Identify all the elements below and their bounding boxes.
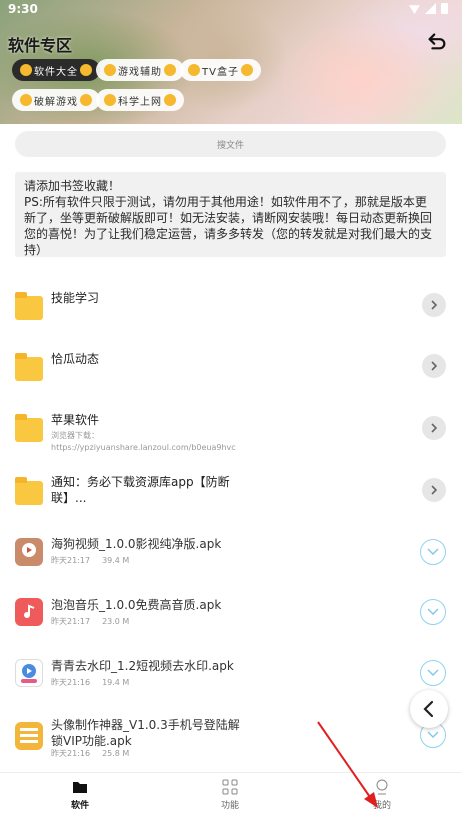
file-item[interactable]: 头像制作神器_V1.0.3手机号登陆解锁VIP功能.apk 昨天21:16 25.… [0,705,462,765]
grid-icon [222,779,238,795]
emoji-icon [20,94,32,106]
file-time: 昨天21:17 [51,617,91,626]
file-size: 23.0 M [102,617,130,626]
folder-item[interactable]: 苹果软件 浏览器下载：https://ypziyuanshare.lanzoul… [0,398,462,458]
emoji-icon [80,94,92,106]
folder-title: 苹果软件 [51,413,100,427]
file-item[interactable]: 泡泡音乐_1.0.0免费高音质.apk 昨天21:17 23.0 M [0,583,462,643]
folder-subtitle: 浏览器下载：https://ypziyuanshare.lanzoul.com/… [51,431,236,452]
chip-game-assist[interactable]: 游戏辅助 [96,59,184,81]
nav-tab-mine[interactable]: 我的 [352,779,412,811]
app-icon-avatar-maker [15,722,43,750]
emoji-icon [104,94,116,106]
notice-body: 请添加书签收藏！ PS:所有软件只限于测试，请勿用于其他用途！如软件用不了，那就… [24,179,433,257]
folder-item[interactable]: 恰瓜动态 [0,337,462,397]
status-time: 9:30 [8,2,38,16]
user-icon [376,779,388,795]
folder-title: 技能学习 [51,291,100,305]
search-input[interactable]: 搜文件 [15,131,446,157]
nav-tab-software[interactable]: 软件 [50,779,110,811]
emoji-icon [240,64,253,76]
signal-icon [425,3,436,14]
emoji-icon [20,64,32,76]
status-bar: 9:30 [0,0,462,20]
folder-icon [15,477,43,505]
floating-back-button[interactable] [410,690,448,728]
file-item[interactable]: 青青去水印_1.2短视频去水印.apk 昨天21:16 19.4 M [0,644,462,704]
file-time: 昨天21:17 [51,556,91,565]
bottom-nav: 软件 功能 我的 [0,772,462,821]
file-meta: 昨天21:17 23.0 M [51,616,129,627]
emoji-icon [164,64,176,76]
wifi-icon [409,5,420,14]
chevron-left-icon [423,700,434,718]
file-time: 昨天21:16 [51,749,91,758]
emoji-icon [164,94,176,106]
folder-title: 通知：务必下载资源库app【防断联】... [51,475,230,505]
page-title: 软件专区 [8,36,73,55]
file-item[interactable]: 海狗视频_1.0.0影视纯净版.apk 昨天21:17 39.4 M [0,522,462,582]
folder-icon [15,353,43,381]
file-size: 39.4 M [102,556,130,565]
header-banner: 9:30 软件专区 软件大全 游戏辅助 TV盒子 破解游戏 科学上网 [0,0,462,124]
chip-cracked-games[interactable]: 破解游戏 [12,89,100,111]
emoji-icon [104,64,116,76]
nav-tab-functions[interactable]: 功能 [200,779,260,811]
file-time: 昨天21:16 [51,678,91,687]
chip-label: 科学上网 [118,96,162,108]
file-size: 19.4 M [102,678,130,687]
chip-vpn[interactable]: 科学上网 [96,89,184,111]
chip-tv-box[interactable]: TV盒子 [180,59,261,81]
file-title: 头像制作神器_V1.0.3手机号登陆解锁VIP功能.apk [51,718,240,748]
file-title: 海狗视频_1.0.0影视纯净版.apk [51,537,222,551]
folder-icon [15,414,43,442]
emoji-icon [80,64,92,76]
file-meta: 昨天21:17 39.4 M [51,555,129,566]
download-icon[interactable] [420,539,446,565]
download-icon[interactable] [420,599,446,625]
folder-item[interactable]: 通知：务必下载资源库app【防断联】... [0,463,462,523]
folder-icon [73,782,87,793]
app-icon-qingqing [15,659,43,687]
chip-label: 游戏辅助 [118,66,162,78]
folder-title: 恰瓜动态 [51,352,100,366]
chevron-right-icon[interactable] [422,293,446,317]
notice-text: 请添加书签收藏！ PS:所有软件只限于测试，请勿用于其他用途！如软件用不了，那就… [15,172,446,257]
status-icons [409,3,448,14]
file-meta: 昨天21:16 19.4 M [51,677,129,688]
folder-icon [15,292,43,320]
chip-software-all[interactable]: 软件大全 [12,59,100,81]
chip-label: 软件大全 [34,66,78,78]
file-meta: 昨天21:16 25.8 M [51,748,129,759]
chip-label: TV盒子 [202,66,239,78]
emoji-icon [188,64,200,76]
file-title: 泡泡音乐_1.0.0免费高音质.apk [51,598,222,612]
app-icon-haigou [15,538,43,566]
file-title: 青青去水印_1.2短视频去水印.apk [51,659,234,673]
app-icon-paopao [15,598,43,626]
nav-label: 功能 [220,801,239,811]
return-icon[interactable] [426,30,448,52]
chevron-right-icon[interactable] [422,416,446,440]
chevron-right-icon[interactable] [422,478,446,502]
nav-label: 软件 [70,801,89,811]
battery-icon [441,3,448,14]
chevron-right-icon[interactable] [422,354,446,378]
file-size: 25.8 M [102,749,130,758]
download-icon[interactable] [420,660,446,686]
nav-label: 我的 [372,801,391,811]
chip-label: 破解游戏 [34,96,78,108]
folder-item[interactable]: 技能学习 [0,276,462,336]
